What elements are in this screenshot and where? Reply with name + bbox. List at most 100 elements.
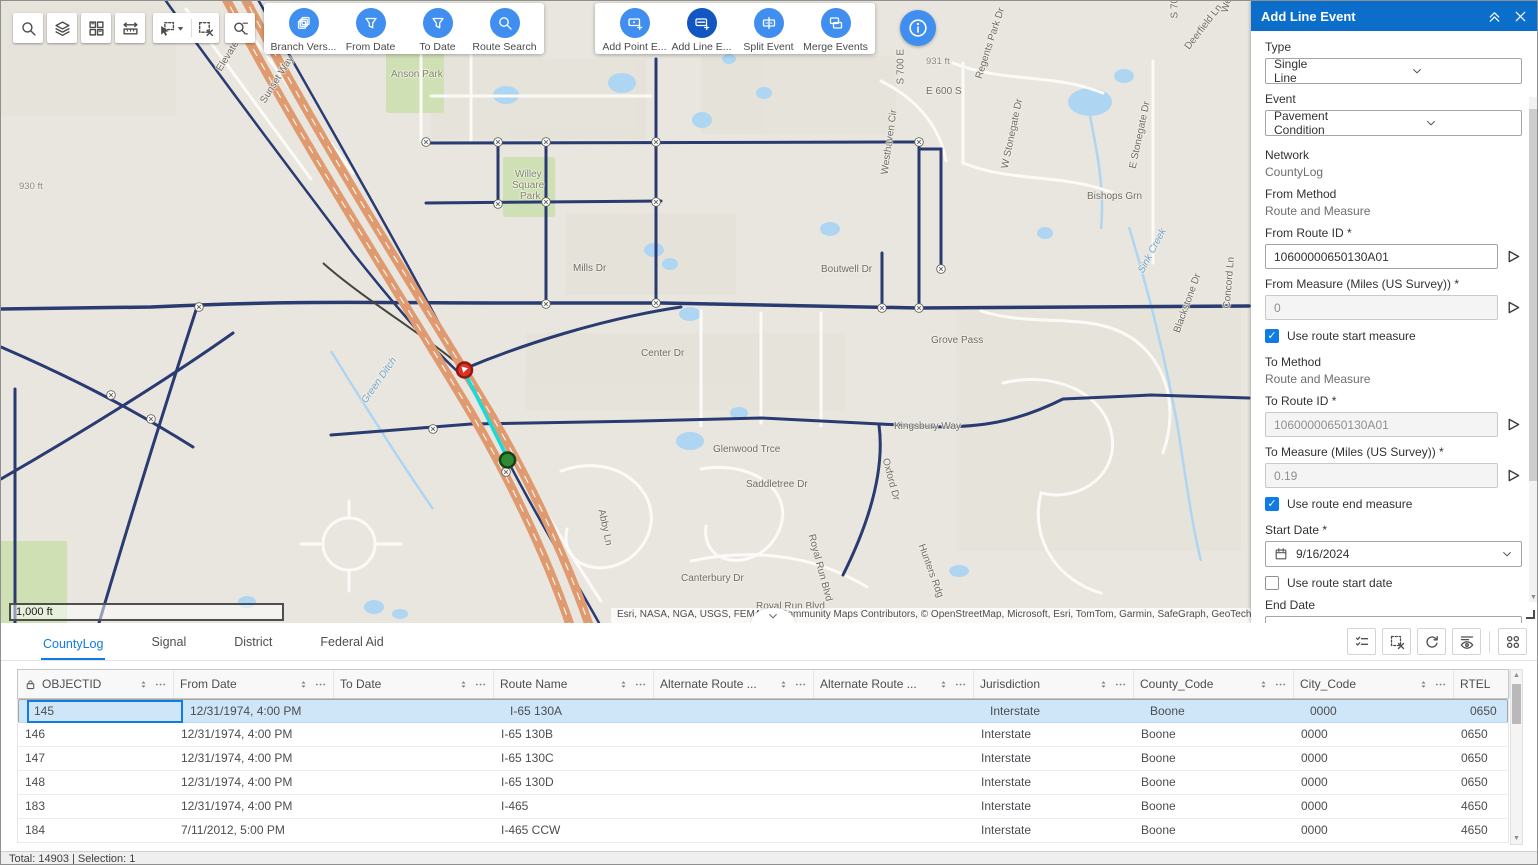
type-select[interactable]: Single Line — [1265, 58, 1522, 84]
column-menu-icon[interactable] — [794, 678, 807, 691]
table-cell[interactable] — [334, 723, 494, 746]
table-cell[interactable]: 0000 — [1294, 723, 1454, 746]
table-cell[interactable] — [814, 723, 974, 746]
table-cell[interactable] — [814, 795, 974, 818]
table-cell[interactable] — [654, 795, 814, 818]
table-row[interactable]: 18312/31/1974, 4:00 PMI-465InterstateBoo… — [18, 795, 1508, 819]
table-cell[interactable] — [654, 747, 814, 770]
table-cell[interactable]: I-465 — [494, 795, 654, 818]
table-cell[interactable]: 183 — [18, 795, 174, 818]
table-cell[interactable]: Interstate — [974, 795, 1134, 818]
use-route-start-date-checkbox[interactable]: Use route start date — [1265, 576, 1522, 590]
column-menu-icon[interactable] — [474, 678, 487, 691]
table-cell[interactable] — [334, 795, 494, 818]
table-cell[interactable]: 0000 — [1303, 700, 1463, 723]
column-menu-icon[interactable] — [954, 678, 967, 691]
tool-branch-vers[interactable]: Branch Vers... — [270, 8, 337, 53]
table-cell[interactable]: Boone — [1134, 747, 1294, 770]
column-header-jurisdiction[interactable]: Jurisdiction — [974, 670, 1134, 698]
tool-route-search[interactable]: Route Search — [471, 8, 538, 53]
tool-split-event[interactable]: Split Event — [735, 8, 802, 53]
use-route-start-measure-checkbox[interactable]: ✓ Use route start measure — [1265, 329, 1522, 343]
options-grid-button[interactable] — [1498, 628, 1527, 655]
sort-icon[interactable] — [1258, 678, 1269, 691]
table-cell[interactable]: 0000 — [1294, 795, 1454, 818]
table-cell[interactable]: 7/11/2012, 5:00 PM — [174, 819, 334, 842]
table-cell[interactable]: Interstate — [974, 747, 1134, 770]
route-selection-button[interactable] — [225, 13, 255, 43]
to-measure-input[interactable]: 0.19 — [1265, 463, 1498, 488]
table-cell[interactable]: 0650 — [1454, 723, 1510, 746]
sort-icon[interactable] — [458, 678, 469, 691]
tool-to-date[interactable]: To Date — [404, 8, 471, 53]
table-cell[interactable]: 0650 — [1454, 747, 1510, 770]
clear-selection-button[interactable] — [1382, 628, 1411, 655]
table-row[interactable]: 14512/31/1974, 4:00 PMI-65 130AInterstat… — [18, 699, 1508, 723]
tool-add-point-e[interactable]: Add Point E... — [601, 8, 668, 53]
measure-button[interactable] — [115, 13, 145, 43]
table-cell[interactable]: Boone — [1134, 795, 1294, 818]
table-cell[interactable] — [814, 771, 974, 794]
table-row[interactable]: 1847/11/2012, 5:00 PMI-465 CCWInterstate… — [18, 819, 1508, 843]
table-cell[interactable]: I-65 130B — [494, 723, 654, 746]
table-cell[interactable] — [654, 723, 814, 746]
table-row[interactable]: 14712/31/1974, 4:00 PMI-65 130CInterstat… — [18, 747, 1508, 771]
column-menu-icon[interactable] — [1434, 678, 1447, 691]
column-header-alternate-route-[interactable]: Alternate Route ... — [654, 670, 814, 698]
collapse-button[interactable] — [1485, 7, 1503, 25]
show-selected-records-button[interactable] — [1347, 628, 1376, 655]
table-cell[interactable] — [334, 819, 494, 842]
scrollbar-thumb[interactable] — [1512, 684, 1521, 724]
panel-scrollbar[interactable]: ▼ — [1529, 97, 1538, 602]
table-cell[interactable] — [334, 747, 494, 770]
column-menu-icon[interactable] — [634, 678, 647, 691]
checkbox[interactable] — [1265, 576, 1279, 590]
table-cell[interactable]: Interstate — [983, 700, 1143, 723]
table-cell[interactable]: Interstate — [974, 771, 1134, 794]
start-date-input[interactable]: 9/16/2024 — [1265, 541, 1522, 567]
tool-merge-events[interactable]: Merge Events — [802, 8, 869, 53]
sort-icon[interactable] — [1418, 678, 1429, 691]
column-header-city-code[interactable]: City_Code — [1294, 670, 1454, 698]
pick-from-map-icon[interactable] — [1505, 299, 1522, 316]
table-cell[interactable]: 146 — [18, 723, 174, 746]
info-button[interactable] — [900, 10, 936, 46]
map-canvas[interactable] — [1, 1, 1251, 623]
sort-icon[interactable] — [618, 678, 629, 691]
attribution-toggle[interactable] — [751, 608, 795, 623]
pick-from-map-icon[interactable] — [1505, 248, 1522, 265]
column-header-route-name[interactable]: Route Name — [494, 670, 654, 698]
table-cell[interactable]: 0000 — [1294, 747, 1454, 770]
panel-resize-handle[interactable] — [1526, 610, 1535, 619]
basemap-gallery-button[interactable] — [81, 13, 111, 43]
toggle-field-visibility-button[interactable] — [1452, 628, 1481, 655]
event-select[interactable]: Pavement Condition — [1265, 110, 1522, 136]
end-date-input[interactable]: MM/DD/YYYY — [1265, 616, 1522, 623]
sort-icon[interactable] — [298, 678, 309, 691]
sort-icon[interactable] — [138, 678, 149, 691]
column-header-county-code[interactable]: County_Code — [1134, 670, 1294, 698]
table-vertical-scrollbar[interactable]: ▲ ▼ — [1510, 669, 1523, 845]
table-cell[interactable]: Boone — [1134, 723, 1294, 746]
column-header-objectid[interactable]: OBJECTID — [18, 670, 174, 698]
column-header-rtel[interactable]: RTEL — [1454, 670, 1510, 698]
select-dropdown-caret[interactable] — [175, 23, 186, 34]
table-cell[interactable]: 12/31/1974, 4:00 PM — [183, 700, 343, 723]
tab-signal[interactable]: Signal — [149, 635, 188, 660]
search-button[interactable] — [13, 13, 43, 43]
layers-button[interactable] — [47, 13, 77, 43]
checkbox[interactable]: ✓ — [1265, 497, 1279, 511]
checkbox[interactable]: ✓ — [1265, 329, 1279, 343]
table-cell[interactable] — [334, 771, 494, 794]
sort-icon[interactable] — [778, 678, 789, 691]
tab-district[interactable]: District — [232, 635, 274, 660]
to-measure-marker[interactable] — [500, 453, 515, 468]
to-route-id-input[interactable]: 10600000650130A01 — [1265, 412, 1498, 437]
from-measure-input[interactable]: 0 — [1265, 295, 1498, 320]
table-cell[interactable] — [654, 771, 814, 794]
column-menu-icon[interactable] — [314, 678, 327, 691]
column-header-from-date[interactable]: From Date — [174, 670, 334, 698]
table-row[interactable]: 14812/31/1974, 4:00 PMI-65 130DInterstat… — [18, 771, 1508, 795]
table-cell[interactable]: I-65 130A — [503, 700, 663, 723]
close-button[interactable] — [1511, 7, 1529, 25]
